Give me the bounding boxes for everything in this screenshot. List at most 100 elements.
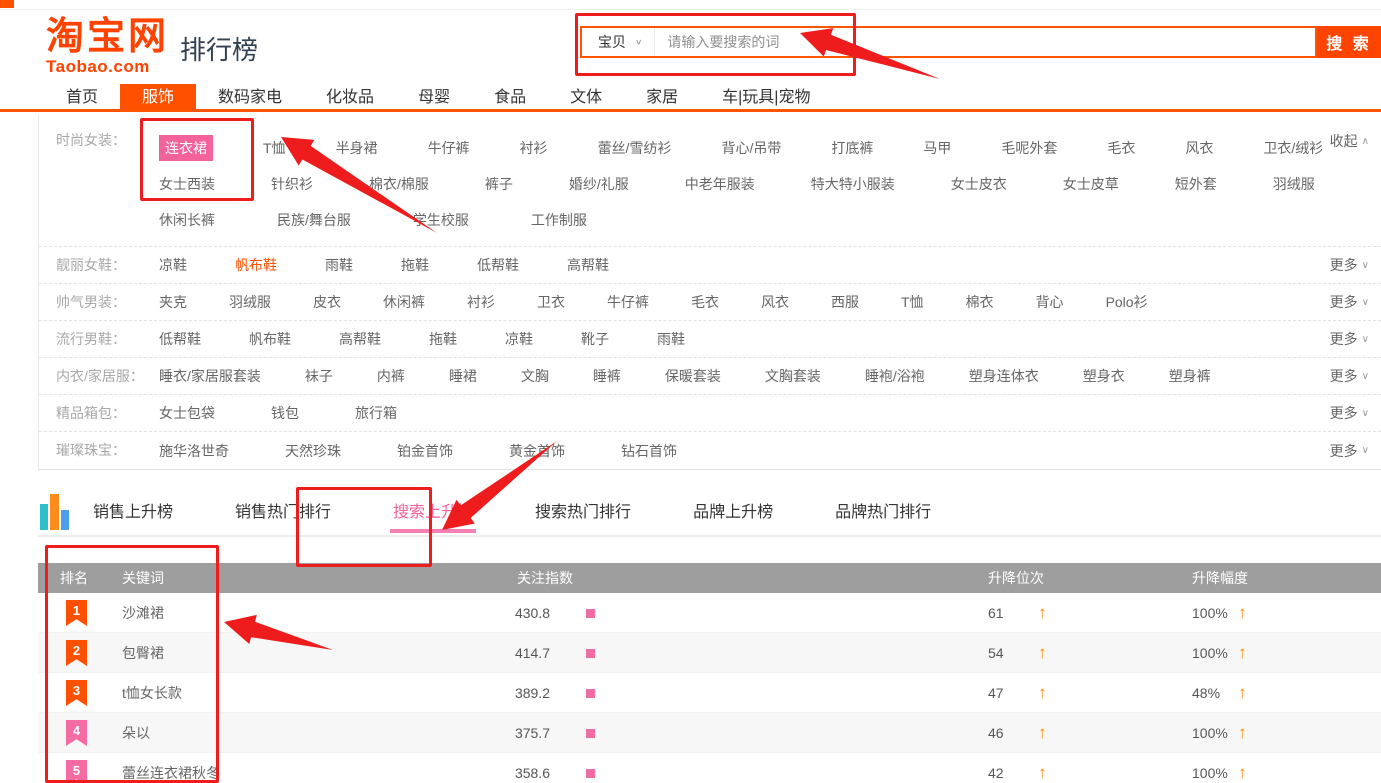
nav-item-culture[interactable]: 文体: [548, 84, 624, 109]
category-link[interactable]: 毛呢外套: [1001, 138, 1057, 158]
category-link[interactable]: Polo衫: [1106, 292, 1148, 312]
category-link[interactable]: 文胸: [521, 366, 549, 386]
category-link[interactable]: 短外套: [1175, 174, 1217, 194]
category-link[interactable]: 旅行箱: [355, 403, 397, 423]
tab-search-hot[interactable]: 搜索热门排行: [532, 487, 634, 533]
tab-sales-rising[interactable]: 销售上升榜: [90, 487, 176, 533]
category-link[interactable]: 裤子: [485, 174, 513, 194]
category-link[interactable]: 衬衫: [467, 292, 495, 312]
category-link[interactable]: 棉衣/棉服: [369, 174, 429, 194]
category-link[interactable]: 女士皮草: [1063, 174, 1119, 194]
category-link[interactable]: 钻石首饰: [621, 441, 677, 461]
category-link[interactable]: 皮衣: [313, 292, 341, 312]
category-link[interactable]: 卫衣: [537, 292, 565, 312]
category-link[interactable]: 雨鞋: [657, 329, 685, 349]
category-link[interactable]: 拖鞋: [401, 255, 429, 275]
category-link[interactable]: 背心/吊带: [721, 138, 781, 158]
search-category-dropdown[interactable]: 宝贝 ∨: [582, 28, 655, 56]
keyword-link[interactable]: t恤女长款: [122, 673, 182, 713]
category-link[interactable]: 学生校服: [413, 210, 469, 230]
category-link[interactable]: 低帮鞋: [477, 255, 519, 275]
table-row[interactable]: 1 沙滩裙 430.8 61 ↑ 100% ↑: [38, 593, 1381, 633]
category-link[interactable]: 女士皮衣: [951, 174, 1007, 194]
category-link[interactable]: 睡袍/浴袍: [865, 366, 925, 386]
keyword-link[interactable]: 包臀裙: [122, 633, 164, 673]
table-row[interactable]: 3 t恤女长款 389.2 47 ↑ 48% ↑: [38, 673, 1381, 713]
category-link[interactable]: 工作制服: [531, 210, 587, 230]
category-link[interactable]: 钱包: [271, 403, 299, 423]
tab-sales-hot[interactable]: 销售热门排行: [232, 487, 334, 533]
category-link[interactable]: 睡裙: [449, 366, 477, 386]
more-toggle[interactable]: 更多 ∨: [1330, 284, 1369, 320]
category-link[interactable]: 塑身连体衣: [969, 366, 1039, 386]
table-row[interactable]: 5 蕾丝连衣裙秋冬 358.6 42 ↑ 100% ↑: [38, 753, 1381, 783]
category-link[interactable]: 凉鞋: [505, 329, 533, 349]
category-link[interactable]: 女士西装: [159, 174, 215, 194]
nav-item-home-furnishing[interactable]: 家居: [624, 84, 700, 109]
category-link[interactable]: 靴子: [581, 329, 609, 349]
keyword-link[interactable]: 蕾丝连衣裙秋冬: [122, 753, 220, 783]
more-toggle[interactable]: 更多 ∨: [1330, 432, 1369, 469]
category-link[interactable]: 背心: [1036, 292, 1064, 312]
category-link[interactable]: 高帮鞋: [567, 255, 609, 275]
collapse-toggle[interactable]: 收起 ∧: [1330, 131, 1369, 151]
category-link[interactable]: 保暖套装: [665, 366, 721, 386]
category-link[interactable]: 高帮鞋: [339, 329, 381, 349]
category-link[interactable]: 马甲: [923, 138, 951, 158]
search-input[interactable]: [655, 28, 1315, 56]
more-toggle[interactable]: 更多 ∨: [1330, 358, 1369, 394]
category-link[interactable]: 雨鞋: [325, 255, 353, 275]
tab-brand-rising[interactable]: 品牌上升榜: [690, 487, 776, 533]
more-toggle[interactable]: 更多 ∨: [1330, 321, 1369, 357]
category-link[interactable]: 塑身衣: [1083, 366, 1125, 386]
category-link[interactable]: 风衣: [761, 292, 789, 312]
keyword-link[interactable]: 朵以: [122, 713, 150, 753]
category-link[interactable]: 特大特小服装: [811, 174, 895, 194]
category-link[interactable]: 凉鞋: [159, 255, 187, 275]
category-link[interactable]: 休闲长裤: [159, 210, 215, 230]
category-link[interactable]: 毛衣: [1107, 138, 1135, 158]
category-link[interactable]: 半身裙: [336, 138, 378, 158]
category-link[interactable]: 棉衣: [966, 292, 994, 312]
category-link[interactable]: 休闲裤: [383, 292, 425, 312]
category-link[interactable]: 毛衣: [691, 292, 719, 312]
category-link[interactable]: 婚纱/礼服: [569, 174, 629, 194]
category-link[interactable]: 夹克: [159, 292, 187, 312]
category-link[interactable]: 卫衣/绒衫: [1263, 138, 1323, 158]
nav-item-apparel[interactable]: 服饰: [120, 84, 196, 109]
category-link[interactable]: 羽绒服: [229, 292, 271, 312]
category-link[interactable]: 衬衫: [520, 138, 548, 158]
category-link[interactable]: 黄金首饰: [509, 441, 565, 461]
category-link[interactable]: T恤: [263, 138, 286, 158]
nav-item-baby[interactable]: 母婴: [396, 84, 472, 109]
nav-item-car-toys-pets[interactable]: 车|玩具|宠物: [700, 84, 832, 109]
taobao-logo[interactable]: 淘宝网 Taobao.com: [46, 18, 169, 75]
category-link-highlighted[interactable]: 连衣裙: [159, 135, 213, 161]
tab-brand-hot[interactable]: 品牌热门排行: [832, 487, 934, 533]
category-link[interactable]: 天然珍珠: [285, 441, 341, 461]
category-link[interactable]: 女士包袋: [159, 403, 215, 423]
category-link[interactable]: 西服: [831, 292, 859, 312]
category-link[interactable]: 睡裤: [593, 366, 621, 386]
category-link[interactable]: 内裤: [377, 366, 405, 386]
category-link[interactable]: T恤: [901, 292, 924, 312]
category-link[interactable]: 牛仔裤: [607, 292, 649, 312]
category-link[interactable]: 拖鞋: [429, 329, 457, 349]
more-toggle[interactable]: 更多 ∨: [1330, 395, 1369, 431]
category-link[interactable]: 风衣: [1185, 138, 1213, 158]
category-link[interactable]: 蕾丝/雪纺衫: [598, 138, 672, 158]
category-link[interactable]: 打底裤: [831, 138, 873, 158]
keyword-link[interactable]: 沙滩裙: [122, 593, 164, 633]
nav-item-cosmetics[interactable]: 化妆品: [304, 84, 396, 109]
tab-search-rising[interactable]: 搜索上升榜: [390, 487, 476, 533]
table-row[interactable]: 2 包臀裙 414.7 54 ↑ 100% ↑: [38, 633, 1381, 673]
category-link[interactable]: 施华洛世奇: [159, 441, 229, 461]
category-link[interactable]: 羽绒服: [1273, 174, 1315, 194]
category-link[interactable]: 塑身裤: [1169, 366, 1211, 386]
category-link[interactable]: 针织衫: [271, 174, 313, 194]
category-link[interactable]: 牛仔裤: [428, 138, 470, 158]
nav-item-home[interactable]: 首页: [44, 84, 120, 109]
category-link[interactable]: 睡衣/家居服套装: [159, 366, 261, 386]
category-link[interactable]: 文胸套装: [765, 366, 821, 386]
table-row[interactable]: 4 朵以 375.7 46 ↑ 100% ↑: [38, 713, 1381, 753]
